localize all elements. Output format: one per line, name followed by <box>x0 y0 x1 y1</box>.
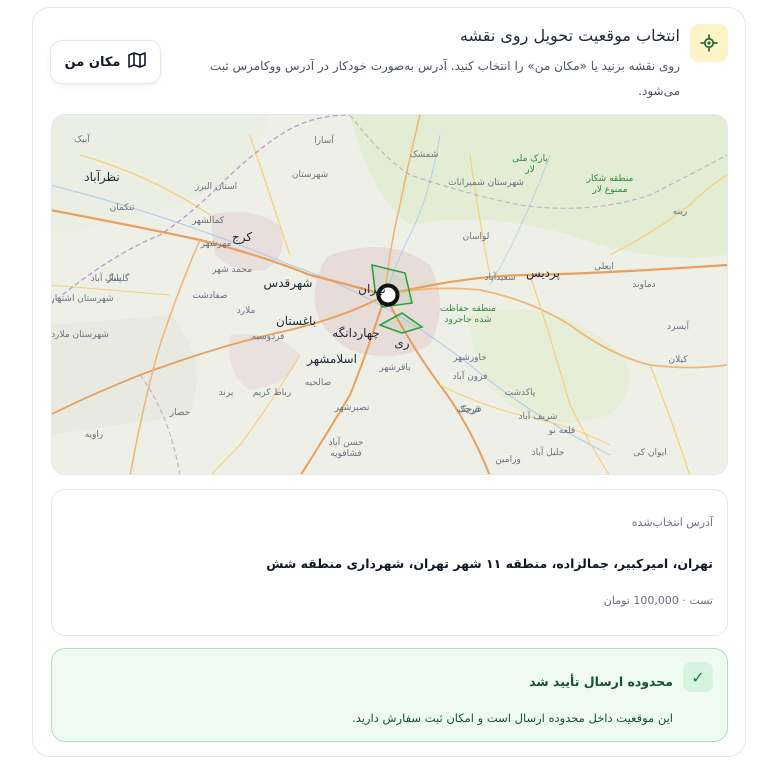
map-label: آبیک <box>74 133 90 145</box>
map-label: ایوان کی <box>633 448 666 458</box>
map-label: ابعلی <box>594 262 614 272</box>
map-label: تنکمان <box>110 203 135 213</box>
map-label: رینه <box>673 207 687 217</box>
delivery-map[interactable]: تهران کرج شهرقدس پردیس باغستان چهاردانگه اسلام… <box>51 114 728 475</box>
my-location-label: مکان من <box>64 54 121 70</box>
map-label: استان البرز <box>194 182 237 192</box>
map-label: شهرستان <box>292 170 328 180</box>
map-label: شهرستان شمیرانات <box>448 178 524 188</box>
map-label: صفادشت <box>192 291 227 301</box>
map-label: منطقه حفاظت شده جاجرود <box>440 304 496 325</box>
location-card: انتخاب موقعیت تحویل روی نقشه روی نقشه بز… <box>32 7 746 757</box>
map-label: ملارد <box>237 306 256 316</box>
map-label: تهران <box>358 282 386 297</box>
map-label: محمد شهر <box>211 265 252 275</box>
map-label: قرچک <box>459 405 482 415</box>
status-message: این موقعیت داخل محدوده ارسال است و امکان… <box>352 711 673 725</box>
map-label: پاکدشت <box>505 388 536 398</box>
map-label: رباط کریم <box>253 388 292 398</box>
map-icon <box>128 52 147 72</box>
map-label: کیلان <box>669 355 689 365</box>
map-label: شمشک <box>410 150 439 160</box>
map-label: سعیدآباد <box>484 271 515 283</box>
map-label: جلیل آباد <box>532 446 565 458</box>
map-label: دماوند <box>632 280 655 290</box>
address-value: تهران، امیرکبیر، جمالزاده، منطقه ۱۱ شهر … <box>266 556 713 571</box>
delivery-status-card: ✓ محدوده ارسال تأیید شد این موقعیت داخل … <box>51 648 728 742</box>
map-label: آسارا <box>314 134 334 146</box>
map-label: ری <box>394 336 409 351</box>
map-label: پلنگ آباد <box>91 272 122 284</box>
map-label: فرون آباد <box>453 370 488 382</box>
map-label: زاویه <box>85 430 104 440</box>
map-label: فردوسیه <box>252 332 285 342</box>
map-label: پرند <box>219 388 234 398</box>
map-label: صالحیه <box>305 378 331 388</box>
map-label: خاورشهر <box>452 353 487 363</box>
map-label: نظرآباد <box>84 169 119 185</box>
map-label: اسلامشهر <box>306 352 357 367</box>
page-description: روی نقشه بزنید یا «مکان من» را انتخاب کن… <box>209 59 680 98</box>
address-label: آدرس انتخاب‌شده <box>631 516 713 529</box>
map-label: حصار <box>169 408 190 418</box>
map-label: حسن آباد فشافویه <box>328 436 363 459</box>
map-label: ورامین <box>495 455 521 465</box>
map-label: پردیس <box>526 266 560 281</box>
map-label: قلعه نو <box>548 426 575 436</box>
map-label: منطقه شکار ممنوع لار <box>586 174 634 195</box>
map-label: چهاردانگه <box>332 326 379 341</box>
selected-address-card: آدرس انتخاب‌شده تهران، امیرکبیر، جمالزاد… <box>51 489 728 636</box>
map-label: شریف آباد <box>519 410 558 422</box>
my-location-button[interactable]: مکان من <box>50 40 161 84</box>
map-label: مهرشهر <box>200 239 232 249</box>
map-label: نصیرشهر <box>334 403 370 413</box>
status-title: محدوده ارسال تأیید شد <box>529 674 673 689</box>
address-sub: تست · 100,000 تومان <box>603 594 713 607</box>
map-label: لواسان <box>463 232 490 242</box>
map-label: شهرستان اشتهارد <box>51 294 114 304</box>
map-label: باقرشهر <box>378 363 410 373</box>
map-label: کمالشهر <box>191 216 225 226</box>
crosshair-pin-icon <box>690 24 728 62</box>
map-label: شهرقدس <box>264 276 313 291</box>
check-icon: ✓ <box>683 662 713 692</box>
map-label: کرج <box>232 230 252 245</box>
map-label: آبسرد <box>667 320 690 332</box>
map-label: شهرستان ملارد <box>51 330 109 340</box>
page-title: انتخاب موقعیت تحویل روی نقشه <box>459 26 680 45</box>
map-label: باغستان <box>276 314 316 328</box>
